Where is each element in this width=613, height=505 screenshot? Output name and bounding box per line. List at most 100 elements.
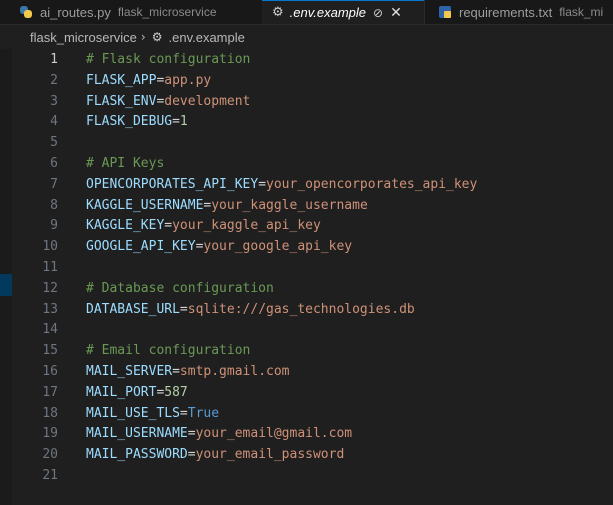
env-key: MAIL_USERNAME xyxy=(86,426,188,442)
comment-text: # Email configuration xyxy=(86,343,251,359)
tab-label: ai_routes.py xyxy=(40,4,111,20)
env-value: 587 xyxy=(164,384,188,400)
env-key: GOOGLE_API_KEY xyxy=(86,239,196,255)
env-value: your_email_password xyxy=(195,447,345,463)
tab-label: requirements.txt xyxy=(459,4,553,20)
tab-bar: ai_routes.py flask_microservice ⚙ .env.e… xyxy=(0,0,613,25)
line-content: # Flask configuration xyxy=(86,52,250,67)
env-value: sqlite:///gas_technologies.db xyxy=(187,301,415,317)
env-value: your_kaggle_username xyxy=(211,197,368,213)
text-file-icon xyxy=(439,6,451,18)
code-line[interactable]: 3 FLASK_ENV=development xyxy=(12,91,613,112)
env-value: development xyxy=(164,93,251,109)
env-value: your_email@gmail.com xyxy=(195,426,353,442)
code-line[interactable]: 17 MAIL_PORT=587 xyxy=(12,382,613,403)
env-value: your_opencorporates_api_key xyxy=(266,176,478,192)
line-content: MAIL_SERVER=smtp.gmail.com xyxy=(86,364,290,379)
line-number: 13 xyxy=(42,301,58,317)
line-content: # API Keys xyxy=(86,156,164,171)
code-line[interactable]: 11 xyxy=(12,257,613,278)
env-value: your_kaggle_api_key xyxy=(172,218,321,234)
code-line[interactable]: 12 # Database configuration xyxy=(12,278,613,299)
settings-icon: ⚙ xyxy=(151,30,163,44)
side-panel-selection xyxy=(0,274,12,296)
code-line[interactable]: 21 xyxy=(12,465,613,486)
code-line[interactable]: 8 KAGGLE_USERNAME=your_kaggle_username xyxy=(12,195,613,216)
env-key: MAIL_USE_TLS xyxy=(86,405,180,421)
code-line[interactable]: 5 xyxy=(12,132,613,153)
line-number: 16 xyxy=(42,364,58,379)
line-number: 2 xyxy=(50,72,58,88)
code-line[interactable]: 19 MAIL_USERNAME=your_email@gmail.com xyxy=(12,423,613,444)
env-key: MAIL_PORT xyxy=(86,384,157,400)
code-line[interactable]: 18 MAIL_USE_TLS=True xyxy=(12,403,613,424)
line-number: 21 xyxy=(42,468,58,483)
line-content: # Email configuration xyxy=(86,343,250,358)
env-value: True xyxy=(187,405,220,421)
line-content: OPENCORPORATES_API_KEY=your_opencorporat… xyxy=(86,176,478,192)
line-number: 1 xyxy=(50,52,58,67)
env-key: MAIL_PASSWORD xyxy=(86,447,188,463)
tab-env-example[interactable]: ⚙ .env.example ⊘ ✕ xyxy=(262,0,424,24)
line-number: 9 xyxy=(50,218,58,234)
line-number: 4 xyxy=(50,114,58,130)
code-line[interactable]: 15 # Email configuration xyxy=(12,340,613,361)
code-line[interactable]: 16 MAIL_SERVER=smtp.gmail.com xyxy=(12,361,613,382)
env-key: DATABASE_URL xyxy=(86,301,180,317)
tab-description: flask_mi xyxy=(559,5,604,19)
line-content: FLASK_APP=app.py xyxy=(86,72,212,88)
line-number: 11 xyxy=(42,260,58,275)
line-number: 15 xyxy=(42,343,58,359)
tab-label: .env.example xyxy=(289,5,367,20)
code-line[interactable]: 14 xyxy=(12,319,613,340)
code-line[interactable]: 4 FLASK_DEBUG=1 xyxy=(12,111,613,132)
breadcrumb-folder[interactable]: flask_microservice xyxy=(30,30,137,45)
line-number: 7 xyxy=(50,176,58,192)
line-content: FLASK_ENV=development xyxy=(86,93,251,109)
breadcrumb-file[interactable]: .env.example xyxy=(169,30,245,45)
line-content: MAIL_USE_TLS=True xyxy=(86,405,220,421)
env-value: your_google_api_key xyxy=(203,239,353,255)
line-number: 19 xyxy=(42,426,58,442)
line-number: 8 xyxy=(50,197,58,213)
tab-ai-routes[interactable]: ai_routes.py flask_microservice xyxy=(0,0,262,24)
comment-text: # Database configuration xyxy=(86,280,274,296)
line-content: MAIL_PORT=587 xyxy=(86,384,188,400)
code-line[interactable]: 6 # API Keys xyxy=(12,153,613,174)
code-line[interactable]: 13 DATABASE_URL=sqlite:///gas_technologie… xyxy=(12,299,613,320)
code-editor[interactable]: 1 # Flask configuration 2 FLASK_APP=app.py 3… xyxy=(12,49,613,505)
line-content: MAIL_PASSWORD=your_email_password xyxy=(86,447,345,463)
code-line[interactable]: 1 # Flask configuration xyxy=(12,49,613,70)
code-line[interactable]: 20 MAIL_PASSWORD=your_email_password xyxy=(12,444,613,465)
code-line[interactable]: 9 KAGGLE_KEY=your_kaggle_api_key xyxy=(12,215,613,236)
code-line[interactable]: 10 GOOGLE_API_KEY=your_google_api_key xyxy=(12,236,613,257)
env-key: FLASK_ENV xyxy=(86,93,157,109)
tab-description: flask_microservice xyxy=(117,5,217,19)
line-content: FLASK_DEBUG=1 xyxy=(86,114,188,130)
code-line[interactable]: 7 OPENCORPORATES_API_KEY=your_opencorpora… xyxy=(12,174,613,195)
breadcrumb: flask_microservice › ⚙ .env.example xyxy=(0,25,613,49)
env-key: KAGGLE_KEY xyxy=(86,218,165,234)
env-value: 1 xyxy=(179,114,188,130)
comment-text: # Flask configuration xyxy=(86,52,251,67)
code-line[interactable]: 2 FLASK_APP=app.py xyxy=(12,70,613,91)
env-key: FLASK_APP xyxy=(86,72,157,88)
line-number: 17 xyxy=(42,384,58,400)
env-key: FLASK_DEBUG xyxy=(86,114,173,130)
line-number: 5 xyxy=(50,135,58,151)
close-icon[interactable]: ✕ xyxy=(390,5,402,21)
env-key: OPENCORPORATES_API_KEY xyxy=(86,176,259,192)
line-content: DATABASE_URL=sqlite:///gas_technologies.… xyxy=(86,301,415,317)
tab-requirements[interactable]: requirements.txt flask_mi xyxy=(424,0,613,24)
env-value: smtp.gmail.com xyxy=(179,364,290,379)
comment-text: # API Keys xyxy=(86,156,165,171)
python-icon xyxy=(20,6,32,18)
line-number: 14 xyxy=(42,322,58,338)
env-key: MAIL_SERVER xyxy=(86,364,173,379)
line-content: MAIL_USERNAME=your_email@gmail.com xyxy=(86,426,353,442)
line-content: # Database configuration xyxy=(86,281,274,296)
pin-icon[interactable]: ⊘ xyxy=(373,6,383,20)
chevron-right-icon: › xyxy=(140,30,146,44)
line-content: KAGGLE_KEY=your_kaggle_api_key xyxy=(86,218,321,234)
line-content: GOOGLE_API_KEY=your_google_api_key xyxy=(86,239,353,255)
